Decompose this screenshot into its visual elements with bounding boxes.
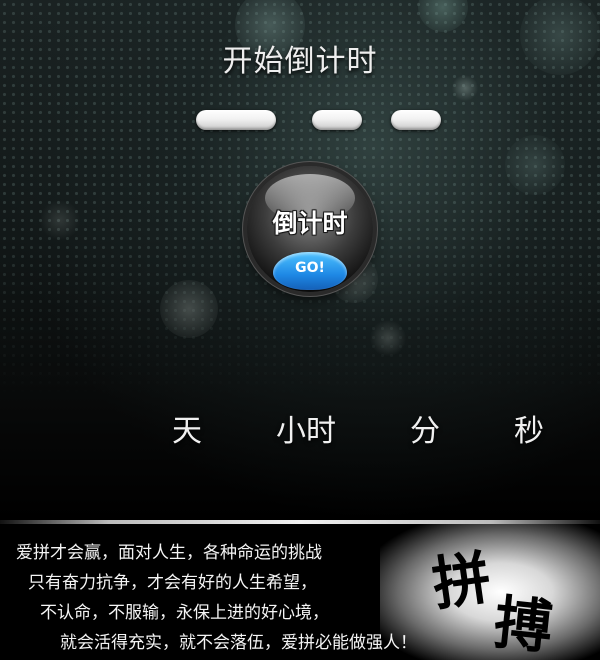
unit-label-second: 秒 (514, 414, 544, 449)
countdown-panel: 开始倒计时 倒计时 GO! 天 小时 分 秒 (0, 0, 600, 520)
motto-banner: 爱拼才会赢，面对人生，各种命运的挑战 只有奋力抗争，才会有好的人生希望， 不认命… (0, 524, 600, 660)
bokeh-circle (505, 135, 565, 195)
motto-line: 就会活得充实，就不会落伍，爱拼必能做强人！ (60, 633, 417, 653)
minutes-display-field[interactable] (391, 110, 441, 130)
unit-label-hour: 小时 (276, 414, 336, 449)
bokeh-circle (40, 200, 80, 240)
unit-label-minute: 分 (410, 414, 440, 449)
motto-line: 只有奋力抗争，才会有好的人生希望， (28, 573, 317, 593)
calligraphy-char-pin: 拼 (428, 543, 496, 619)
motto-line: 爱拼才会赢，面对人生，各种命运的挑战 (16, 543, 322, 563)
page-title: 开始倒计时 (222, 44, 378, 79)
motto-line: 不认命，不服输，永保上进的好心境， (40, 603, 329, 623)
bokeh-circle (160, 280, 218, 338)
countdown-page: 开始倒计时 倒计时 GO! 天 小时 分 秒 爱拼才会赢，面对人生，各种命运的挑… (0, 0, 600, 660)
unit-label-day: 天 (172, 414, 202, 449)
bokeh-circle (370, 320, 406, 356)
calligraphy-char-bo: 搏 (491, 588, 556, 660)
countdown-start-button[interactable]: 倒计时 GO! (247, 166, 373, 292)
go-button[interactable]: GO! (273, 252, 347, 290)
hours-display-field[interactable] (312, 110, 362, 130)
go-button-label: GO! (295, 260, 325, 276)
countdown-button-label: 倒计时 (272, 209, 348, 238)
days-display-field[interactable] (196, 110, 276, 130)
